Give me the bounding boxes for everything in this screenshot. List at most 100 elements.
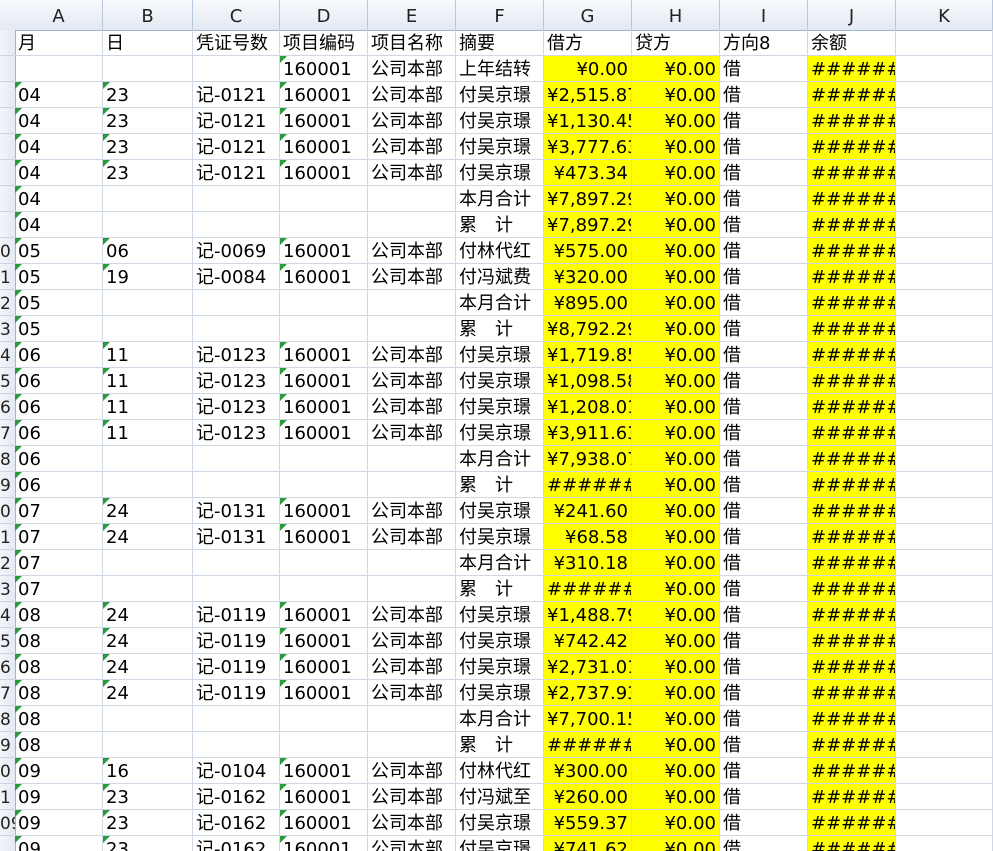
table-cell[interactable]: ######## (808, 82, 896, 108)
table-cell[interactable] (103, 446, 193, 472)
table-cell[interactable]: ¥0.00 (632, 836, 720, 851)
table-cell[interactable]: ¥0.00 (544, 56, 632, 82)
table-cell[interactable]: 记-0119 (193, 680, 280, 706)
table-cell[interactable] (896, 732, 993, 758)
table-cell[interactable] (896, 420, 993, 446)
table-cell[interactable]: 160001 (280, 810, 368, 836)
table-cell[interactable] (193, 212, 280, 238)
table-cell[interactable]: 付吴京璟 (456, 628, 544, 654)
table-cell[interactable]: ¥7,897.29 (544, 212, 632, 238)
table-cell[interactable]: ¥320.00 (544, 264, 632, 290)
row-number[interactable]: 9 (0, 472, 15, 498)
header-cell[interactable]: 摘要 (456, 30, 544, 56)
table-cell[interactable]: 借 (720, 108, 808, 134)
table-cell[interactable]: 06 (15, 472, 103, 498)
table-cell[interactable]: 借 (720, 264, 808, 290)
row-number[interactable]: 09 (0, 810, 15, 836)
table-cell[interactable]: 08 (15, 628, 103, 654)
table-cell[interactable]: 24 (103, 602, 193, 628)
table-cell[interactable] (193, 186, 280, 212)
table-cell[interactable] (280, 212, 368, 238)
table-cell[interactable]: ######## (808, 290, 896, 316)
table-cell[interactable]: 08 (15, 706, 103, 732)
table-cell[interactable]: ¥742.42 (544, 628, 632, 654)
column-header-c[interactable]: C (193, 0, 280, 30)
table-cell[interactable]: ¥241.60 (544, 498, 632, 524)
table-cell[interactable]: ######## (808, 680, 896, 706)
table-cell[interactable]: 07 (15, 498, 103, 524)
table-cell[interactable]: 借 (720, 446, 808, 472)
table-cell[interactable]: 06 (15, 342, 103, 368)
table-cell[interactable]: 借 (720, 654, 808, 680)
table-cell[interactable]: 08 (15, 732, 103, 758)
table-cell[interactable]: 160001 (280, 264, 368, 290)
column-header-g[interactable]: G (544, 0, 632, 30)
table-cell[interactable]: 公司本部 (368, 238, 456, 264)
table-cell[interactable]: ######## (808, 108, 896, 134)
table-cell[interactable]: 07 (15, 524, 103, 550)
table-cell[interactable]: 记-0119 (193, 602, 280, 628)
table-cell[interactable]: ¥0.00 (632, 498, 720, 524)
table-cell[interactable]: ######## (808, 264, 896, 290)
table-cell[interactable]: ######## (808, 394, 896, 420)
table-cell[interactable]: 09 (15, 758, 103, 784)
table-cell[interactable]: 借 (720, 134, 808, 160)
table-cell[interactable]: 借 (720, 186, 808, 212)
table-cell[interactable]: ######## (808, 472, 896, 498)
table-cell[interactable]: ¥0.00 (632, 680, 720, 706)
table-cell[interactable]: 借 (720, 706, 808, 732)
table-cell[interactable] (368, 706, 456, 732)
table-cell[interactable]: ¥0.00 (632, 238, 720, 264)
table-cell[interactable]: 160001 (280, 342, 368, 368)
table-cell[interactable]: ¥0.00 (632, 56, 720, 82)
table-cell[interactable]: 160001 (280, 82, 368, 108)
table-cell[interactable]: ######## (544, 732, 632, 758)
table-cell[interactable]: ¥0.00 (632, 732, 720, 758)
table-cell[interactable]: 借 (720, 420, 808, 446)
table-cell[interactable] (280, 706, 368, 732)
table-cell[interactable]: 04 (15, 134, 103, 160)
table-cell[interactable]: 23 (103, 810, 193, 836)
table-cell[interactable]: ######## (808, 342, 896, 368)
table-cell[interactable]: ¥260.00 (544, 784, 632, 810)
table-cell[interactable]: 08 (15, 654, 103, 680)
table-cell[interactable] (193, 290, 280, 316)
table-cell[interactable]: 付吴京璟 (456, 836, 544, 851)
row-number[interactable] (0, 108, 15, 134)
table-cell[interactable] (896, 394, 993, 420)
column-header-j[interactable]: J (808, 0, 896, 30)
table-cell[interactable]: 本月合计 (456, 290, 544, 316)
table-cell[interactable] (368, 550, 456, 576)
table-cell[interactable]: 累 计 (456, 732, 544, 758)
table-cell[interactable]: ¥0.00 (632, 810, 720, 836)
table-cell[interactable]: 记-0162 (193, 836, 280, 851)
table-cell[interactable] (280, 316, 368, 342)
row-number[interactable]: 1 (0, 264, 15, 290)
table-cell[interactable]: ¥7,897.29 (544, 186, 632, 212)
table-cell[interactable]: 付吴京璟 (456, 654, 544, 680)
table-cell[interactable]: ¥1,130.45 (544, 108, 632, 134)
table-cell[interactable]: ######## (808, 836, 896, 851)
table-cell[interactable]: 付吴京璟 (456, 498, 544, 524)
table-cell[interactable] (103, 212, 193, 238)
table-cell[interactable] (280, 732, 368, 758)
table-cell[interactable]: ¥1,208.01 (544, 394, 632, 420)
table-cell[interactable]: ¥2,731.01 (544, 654, 632, 680)
row-number[interactable]: 3 (0, 576, 15, 602)
table-cell[interactable]: ¥1,488.79 (544, 602, 632, 628)
table-cell[interactable]: 借 (720, 524, 808, 550)
table-cell[interactable]: 付林代红 (456, 238, 544, 264)
column-header-b[interactable]: B (103, 0, 193, 30)
table-cell[interactable] (896, 550, 993, 576)
table-cell[interactable]: 借 (720, 238, 808, 264)
table-cell[interactable]: 公司本部 (368, 394, 456, 420)
row-number[interactable]: 6 (0, 394, 15, 420)
table-cell[interactable]: 本月合计 (456, 550, 544, 576)
table-cell[interactable]: ######## (808, 160, 896, 186)
table-cell[interactable] (103, 186, 193, 212)
table-cell[interactable]: 09 (15, 784, 103, 810)
table-cell[interactable]: 公司本部 (368, 524, 456, 550)
table-cell[interactable]: 借 (720, 212, 808, 238)
table-cell[interactable]: ¥575.00 (544, 238, 632, 264)
table-cell[interactable] (280, 290, 368, 316)
